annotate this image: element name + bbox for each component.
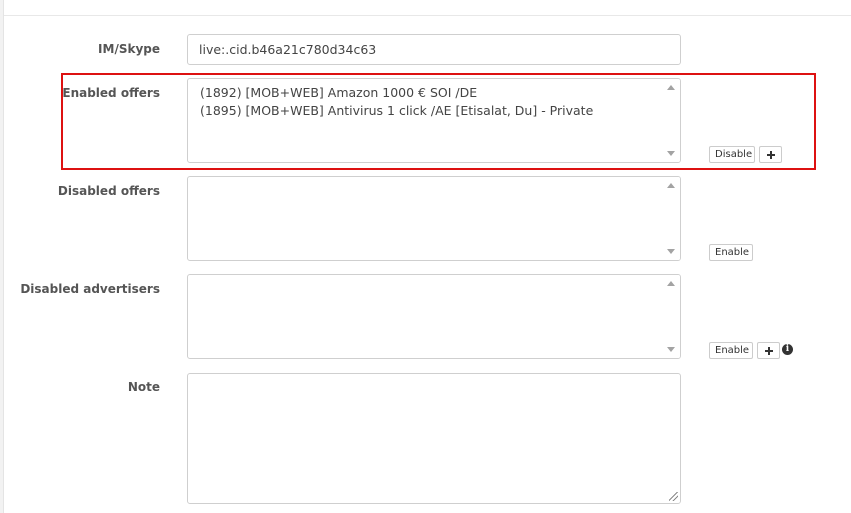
resize-grip-icon[interactable] <box>669 492 678 501</box>
scroll-down-arrow-icon[interactable] <box>667 151 675 156</box>
scroll-up-arrow-icon[interactable] <box>667 281 675 286</box>
scroll-down-arrow-icon[interactable] <box>667 249 675 254</box>
scroll-down-arrow-icon[interactable] <box>667 347 675 352</box>
disabled-offers-label: Disabled offers <box>57 184 160 198</box>
enable-advertisers-button[interactable]: Enable <box>709 342 753 359</box>
disabled-offers-scrollbar[interactable] <box>663 177 680 260</box>
enabled-offer-option[interactable]: (1892) [MOB+WEB] Amazon 1000 € SOI /DE <box>200 84 658 102</box>
disabled-offers-listbox[interactable] <box>187 176 681 261</box>
im-skype-value: live:.cid.b46a21c780d34c63 <box>199 42 377 57</box>
enabled-offer-option[interactable]: (1895) [MOB+WEB] Antivirus 1 click /AE [… <box>200 102 658 120</box>
enabled-offers-label: Enabled offers <box>62 86 160 100</box>
disabled-advertisers-listbox[interactable] <box>187 274 681 359</box>
note-textarea[interactable] <box>187 373 681 504</box>
left-panel-edge <box>0 0 4 513</box>
add-enabled-offer-button[interactable] <box>759 146 782 163</box>
enable-offers-button[interactable]: Enable <box>709 244 753 261</box>
info-circle-icon[interactable]: i <box>782 344 793 355</box>
add-disabled-advertiser-button[interactable] <box>757 342 780 359</box>
enabled-offers-scrollbar[interactable] <box>663 79 680 162</box>
enabled-offers-listbox[interactable]: (1892) [MOB+WEB] Amazon 1000 € SOI /DE (… <box>187 78 681 163</box>
note-label: Note <box>127 380 160 394</box>
im-skype-input[interactable]: live:.cid.b46a21c780d34c63 <box>187 34 681 65</box>
disabled-advertisers-label: Disabled advertisers <box>20 282 160 296</box>
disabled-advertisers-scrollbar[interactable] <box>663 275 680 358</box>
top-divider <box>4 15 851 16</box>
scroll-up-arrow-icon[interactable] <box>667 183 675 188</box>
im-skype-label: IM/Skype <box>98 42 160 56</box>
disable-button[interactable]: Disable <box>709 146 755 163</box>
scroll-up-arrow-icon[interactable] <box>667 85 675 90</box>
